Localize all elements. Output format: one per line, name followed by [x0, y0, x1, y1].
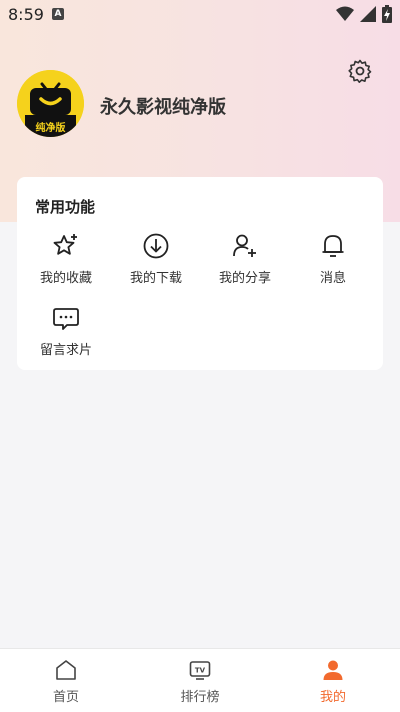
system-icons: [336, 5, 392, 23]
function-label: 我的分享: [218, 271, 271, 286]
function-request-movie[interactable]: 留言求片: [21, 304, 111, 358]
status-time: 8:59: [8, 5, 44, 24]
tab-label: 排行榜: [180, 690, 220, 705]
notification-icon: A: [52, 8, 64, 20]
tab-ranking[interactable]: TV 排行榜: [150, 658, 250, 705]
tab-label: 我的: [319, 690, 346, 705]
home-icon: [56, 660, 76, 680]
app-logo-avatar[interactable]: 纯净版: [17, 70, 84, 137]
function-share[interactable]: 我的分享: [200, 232, 290, 286]
function-label: 留言求片: [39, 343, 92, 358]
tab-mine[interactable]: 我的: [283, 658, 383, 705]
function-favorites[interactable]: 我的收藏: [21, 232, 111, 286]
user-icon: [323, 660, 343, 680]
status-bar: 8:59 A: [0, 0, 400, 28]
download-icon: [143, 233, 169, 259]
function-label: 我的收藏: [39, 271, 92, 286]
bell-icon: [322, 235, 344, 257]
app-name: 永久影视纯净版: [100, 97, 226, 118]
tv-icon: TV: [189, 661, 211, 680]
card-title: 常用功能: [35, 198, 96, 216]
common-functions-card: 常用功能 我的收藏 我的下载 我的分享 消息 留言求片: [17, 177, 383, 370]
user-add-icon: [233, 234, 256, 257]
settings-gear-icon[interactable]: [348, 59, 372, 83]
function-downloads[interactable]: 我的下载: [111, 232, 201, 286]
function-messages[interactable]: 消息: [288, 232, 378, 286]
signal-icon: [360, 6, 376, 22]
tab-home[interactable]: 首页: [16, 658, 116, 705]
bottom-tab-bar: 首页 TV 排行榜 我的: [0, 648, 400, 712]
avatar-caption: 纯净版: [35, 123, 66, 134]
star-add-icon: [53, 234, 77, 255]
function-label: 消息: [319, 271, 346, 286]
function-label: 我的下载: [129, 271, 182, 286]
tab-label: 首页: [52, 690, 79, 705]
message-icon: [53, 308, 79, 330]
wifi-icon: [336, 6, 354, 21]
battery-icon: [382, 5, 392, 23]
svg-text:TV: TV: [195, 667, 206, 675]
